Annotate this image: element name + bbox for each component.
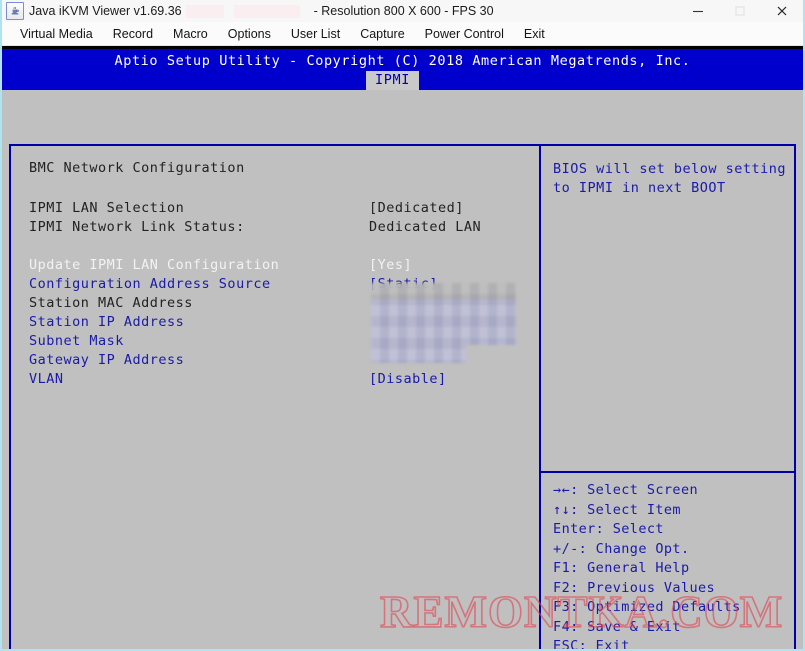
row-spacer — [29, 236, 539, 255]
settings-pane: BMC Network Configuration IPMI LAN Selec… — [11, 146, 539, 649]
bios-tab-bar: IPMI — [2, 71, 803, 90]
maximize-icon[interactable] — [719, 0, 761, 22]
menu-item-virtual-media[interactable]: Virtual Media — [10, 25, 103, 43]
tab-ipmi[interactable]: IPMI — [366, 71, 419, 90]
setting-label: IPMI LAN Selection — [29, 199, 185, 216]
setting-label: Station MAC Address — [29, 294, 193, 311]
key-legend-general-help: F1: General Help — [553, 560, 690, 576]
bios-header-title: Aptio Setup Utility - Copyright (C) 2018… — [114, 53, 691, 69]
menu-item-power-control[interactable]: Power Control — [415, 25, 514, 43]
context-help-text: BIOS will set below setting to IPMI in n… — [541, 146, 794, 471]
key-legend-previous-values: F2: Previous Values — [553, 579, 716, 596]
java-coffee-cup-icon — [6, 2, 24, 20]
help-line: to IPMI in next BOOT — [553, 180, 726, 196]
key-legend-select-item: ↑↓: Select Item — [553, 501, 681, 518]
key-legend-select-screen: →←: Select Screen — [553, 482, 699, 498]
redacted-title-block-2 — [233, 4, 300, 18]
setting-label: Gateway IP Address — [29, 351, 185, 368]
setting-row-ipmi-lan-selection[interactable]: IPMI LAN Selection [Dedicated] — [29, 198, 539, 217]
setting-row-ipmi-network-link-status: IPMI Network Link Status: Dedicated LAN — [29, 217, 539, 236]
bios-console-view: Aptio Setup Utility - Copyright (C) 2018… — [2, 46, 803, 649]
bios-header-bar: Aptio Setup Utility - Copyright (C) 2018… — [2, 49, 803, 90]
resolution-fps-label: - Resolution 800 X 600 - FPS 30 — [313, 4, 494, 18]
setting-label: Subnet Mask — [29, 332, 124, 349]
key-legend-esc-exit: ESC: Exit — [553, 638, 630, 649]
page-title: BMC Network Configuration — [29, 160, 245, 176]
setting-value: [Yes] — [369, 256, 413, 273]
setting-label: IPMI Network Link Status: — [29, 218, 245, 235]
setting-row-vlan[interactable]: VLAN [Disable] — [29, 369, 539, 388]
redacted-title-block-1 — [185, 4, 224, 18]
ikvm-viewer-window: Java iKVM Viewer v1.69.36 - Resolution 8… — [0, 0, 805, 651]
bios-main-panel: BMC Network Configuration IPMI LAN Selec… — [9, 144, 796, 649]
menu-item-user-list[interactable]: User List — [281, 25, 350, 43]
menu-item-capture[interactable]: Capture — [350, 25, 414, 43]
close-icon[interactable] — [761, 0, 803, 22]
setting-label: VLAN — [29, 370, 64, 387]
setting-row-update-ipmi-lan-configuration[interactable]: Update IPMI LAN Configuration [Yes] — [29, 255, 539, 274]
window-title-bar: Java iKVM Viewer v1.69.36 - Resolution 8… — [2, 0, 803, 22]
menu-item-record[interactable]: Record — [103, 25, 163, 43]
minimize-icon[interactable] — [677, 0, 719, 22]
application-menu-bar: Virtual Media Record Macro Options User … — [2, 22, 803, 46]
key-legend-optimized-defaults: F3: Optimized Defaults — [553, 599, 741, 615]
window-controls — [677, 0, 803, 22]
setting-label: Update IPMI LAN Configuration — [29, 256, 280, 273]
help-line: BIOS will set below setting — [553, 161, 786, 177]
help-pane: BIOS will set below setting to IPMI in n… — [541, 146, 794, 649]
setting-label: Station IP Address — [29, 313, 185, 330]
key-legend-save-and-exit: F4: Save & Exit — [553, 618, 681, 635]
bios-body: BMC Network Configuration IPMI LAN Selec… — [2, 93, 803, 649]
setting-value: [Dedicated] — [369, 199, 464, 216]
menu-item-exit[interactable]: Exit — [514, 25, 555, 43]
key-legend: →←: Select Screen ↑↓: Select Item Enter:… — [541, 473, 794, 649]
setting-value: Dedicated LAN — [369, 218, 482, 235]
window-title-text: Java iKVM Viewer v1.69.36 — [29, 4, 182, 18]
redacted-network-values-block — [371, 283, 526, 371]
setting-label: Configuration Address Source — [29, 275, 271, 292]
key-legend-change-opt: +/-: Change Opt. — [553, 540, 690, 557]
key-legend-enter-select: Enter: Select — [553, 521, 664, 537]
menu-item-macro[interactable]: Macro — [163, 25, 218, 43]
menu-item-options[interactable]: Options — [218, 25, 281, 43]
setting-value: [Disable] — [369, 370, 447, 387]
